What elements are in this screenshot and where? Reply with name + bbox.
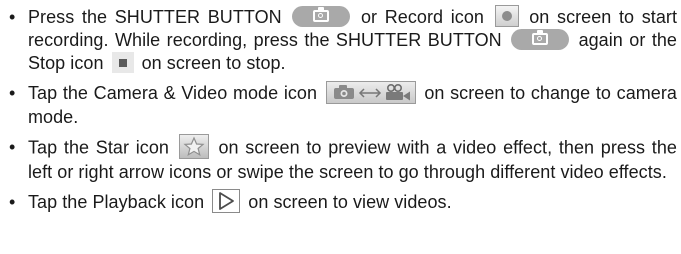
star-icon [178,134,209,159]
instruction-page: • Press the SHUTTER BUTTON or Record ico… [0,0,681,254]
item-text: on screen to view videos. [248,192,452,212]
bullet-dot: • [9,137,16,157]
item-text: Tap the Camera & Video mode icon [28,83,318,104]
shutter-button-icon [292,5,351,27]
record-icon [494,5,519,28]
list-item-playback: • Tap the Playback icon on screen to vie… [6,189,677,215]
instruction-list: • Press the SHUTTER BUTTON or Record ico… [6,5,677,215]
shutter-button-icon [511,29,570,50]
list-item-effects: • Tap the Star icon on screen to preview… [6,134,677,184]
list-item-mode: • Tap the Camera & Video mode icon on sc… [6,81,677,129]
stop-icon [111,52,134,73]
camera-video-mode-icon [325,81,416,104]
item-text: Tap the Star icon [28,137,169,158]
bullet-dot: • [9,192,16,212]
play-icon [212,189,241,214]
bullet-dot: • [9,83,16,104]
bullet-dot: • [9,7,16,27]
item-text: or Record icon [361,7,484,27]
item-text: Tap the Playback icon [28,192,205,212]
item-text: on screen to stop. [141,53,286,74]
list-item-record: • Press the SHUTTER BUTTON or Record ico… [6,5,677,75]
item-text: Press the SHUTTER BUTTON [28,7,282,27]
